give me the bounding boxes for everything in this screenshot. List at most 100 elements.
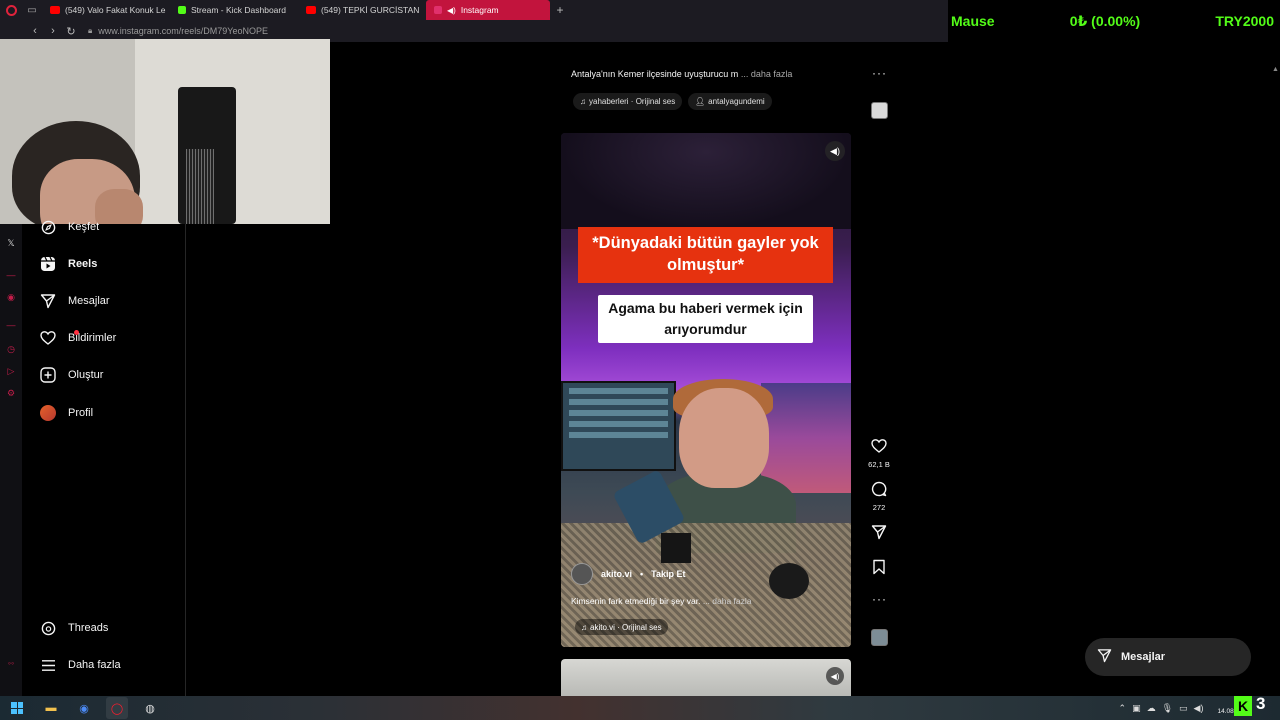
ticker-currency: TRY2000 [1215, 13, 1274, 29]
compass-icon [38, 217, 58, 237]
tab-youtube-valo[interactable]: (549) Valo Fakat Konuk Le [42, 0, 170, 20]
clock-icon[interactable]: ◷ [5, 344, 17, 355]
bookmark-icon [866, 559, 892, 580]
prev-more-options-icon[interactable]: ··· [872, 66, 887, 80]
sidebar-item-reels[interactable]: Reels [22, 249, 182, 279]
tab-youtube-tepki[interactable]: (549) TEPKİ GURCİSTAN [298, 0, 426, 20]
speaker-icon: ◀) [447, 5, 456, 15]
more-link[interactable]: ... daha fazla [703, 596, 752, 606]
windows-taskbar: ▬ ◉ ◯ ◍ ⌃ ▣ ☁ 🎙︎ ▭ ◀) 15:06 14.08.2025 [0, 696, 1280, 720]
microphone-icon[interactable]: 🎙︎ [1162, 703, 1173, 714]
network-icon[interactable]: ▭ [1179, 703, 1188, 714]
youtube-icon [50, 6, 60, 14]
sidebar-item-threads[interactable]: Threads [22, 613, 182, 643]
opera-icon[interactable]: ◯ [106, 697, 128, 719]
reel-author: akito.vi • Takip Et [571, 563, 686, 585]
lock-icon[interactable]: 🔒︎ [88, 26, 92, 36]
like-button[interactable]: 62,1 B [866, 438, 892, 469]
reel-caption[interactable]: Kimsenin fark etmediği bir şey var. ... … [571, 596, 752, 606]
sidebar-item-create[interactable]: Oluştur [22, 360, 182, 390]
paper-plane-icon [38, 291, 58, 311]
back-icon[interactable]: ‹ [26, 25, 44, 37]
reel-video[interactable]: ◀) *Dünyadaki bütün gayler yok olmuştur*… [561, 133, 851, 647]
tray-app-icon[interactable]: ▣ [1132, 703, 1141, 714]
prev-audio-thumbnail[interactable] [871, 102, 888, 119]
chevron-up-icon[interactable]: ⌃ [1119, 703, 1127, 714]
music-note-icon: ♫ [581, 622, 587, 632]
volume-icon[interactable]: ◀) [826, 667, 844, 685]
dash-icon[interactable]: — [5, 320, 17, 330]
ticker-change: 0₺ (0.00%) [1069, 12, 1141, 29]
share-button[interactable] [866, 524, 892, 545]
file-explorer-icon[interactable]: ▬ [40, 697, 62, 719]
comment-count: 272 [872, 503, 886, 512]
ticker-name: Mause [951, 13, 995, 29]
more-options-icon[interactable]: ··· [872, 592, 887, 606]
heart-icon [866, 438, 892, 459]
avatar [40, 405, 56, 421]
record-icon[interactable]: ◉ [5, 292, 17, 303]
heart-icon [38, 328, 58, 348]
scroll-up-icon[interactable]: ▲ [1272, 66, 1279, 73]
tab-instagram[interactable]: ◀) Instagram [426, 0, 550, 20]
like-count: 62,1 B [868, 460, 890, 469]
paper-plane-icon [1097, 648, 1112, 666]
dash-icon[interactable]: — [5, 270, 17, 280]
windows-start-icon[interactable] [6, 697, 28, 719]
speaker-icon[interactable]: ◀) [1194, 703, 1204, 714]
save-button[interactable] [866, 559, 892, 580]
sidebar-item-explore[interactable]: Keşfet [22, 212, 182, 242]
obs-icon[interactable]: ◍ [139, 697, 161, 719]
notification-dot [74, 330, 79, 335]
music-note-icon: ♫ [580, 97, 586, 106]
screen: ▭ (549) Valo Fakat Konuk Le Stream - Kic… [0, 0, 1280, 720]
follow-button[interactable]: Takip Et [651, 569, 685, 579]
kick-counter: 3 [1256, 694, 1266, 713]
opera-logo-icon[interactable] [0, 0, 22, 20]
new-tab-button[interactable]: + [550, 3, 570, 17]
x-icon[interactable]: 𝕏 [5, 238, 17, 249]
settings-icon[interactable]: ⚙ [5, 388, 17, 399]
more-link[interactable]: ... daha fazla [741, 69, 793, 79]
stream-ticker: Mause 0₺ (0.00%) TRY2000 [948, 0, 1280, 42]
extensions-icon[interactable]: ◦◦ [5, 658, 17, 668]
instagram-icon [434, 6, 442, 14]
chrome-icon[interactable]: ◉ [73, 697, 95, 719]
url-field[interactable]: www.instagram.com/reels/DM79YeoNOPE [98, 26, 268, 36]
tab-kick-dashboard[interactable]: Stream - Kick Dashboard [170, 0, 298, 20]
youtube-icon [306, 6, 316, 14]
menu-icon [38, 655, 58, 675]
reel-text-overlay-red: *Dünyadaki bütün gayler yok olmuştur* [578, 227, 833, 283]
kick-icon [178, 6, 186, 14]
sidebar-item-notifications[interactable]: Bildirimler [22, 323, 182, 353]
onedrive-icon[interactable]: ☁ [1147, 703, 1156, 714]
prev-reel-caption[interactable]: Antalya'nın Kemer ilçesinde uyuşturucu m… [571, 69, 792, 79]
reel-text-overlay-white: Agama bu haberi vermek için arıyorumdur [598, 295, 813, 343]
sidebar-item-more[interactable]: Daha fazla [22, 650, 182, 680]
avatar[interactable] [571, 563, 593, 585]
prev-tag-chip[interactable]: 👤︎ antalyagundemi [688, 93, 772, 110]
reel-audio-chip[interactable]: ♫ akito.vi · Orijinal ses [575, 619, 668, 635]
system-tray: ⌃ ▣ ☁ 🎙︎ ▭ ◀) 15:06 14.08.2025 [1119, 696, 1250, 720]
kick-logo-icon: K [1234, 696, 1252, 716]
volume-icon[interactable]: ◀) [825, 141, 845, 161]
sidebar-item-messages[interactable]: Mesajlar [22, 286, 182, 316]
browser-sidebar-strip: 𝕏 — ◉ — ◷ ▷ ⚙ ◦◦ [0, 224, 22, 696]
reels-icon [38, 254, 58, 274]
comment-icon [866, 481, 892, 502]
audio-thumbnail[interactable] [871, 629, 888, 646]
reload-icon[interactable]: ↻ [62, 25, 80, 38]
comment-button[interactable]: 272 [866, 481, 892, 512]
plus-square-icon [38, 365, 58, 385]
next-reel-preview[interactable]: ◀) [561, 659, 851, 696]
webcam-overlay [0, 39, 330, 224]
prev-audio-chip[interactable]: ♫ yahaberleri · Orijinal ses [573, 93, 683, 110]
play-icon[interactable]: ▷ [5, 366, 17, 377]
author-username[interactable]: akito.vi [601, 569, 632, 579]
threads-icon [38, 618, 58, 638]
forward-icon[interactable]: › [44, 25, 62, 37]
sidebar-item-profile[interactable]: Profil [22, 398, 182, 428]
paper-plane-icon [866, 524, 892, 545]
messages-floating-button[interactable]: Mesajlar [1085, 638, 1251, 676]
tab-list-icon[interactable]: ▭ [22, 0, 42, 20]
